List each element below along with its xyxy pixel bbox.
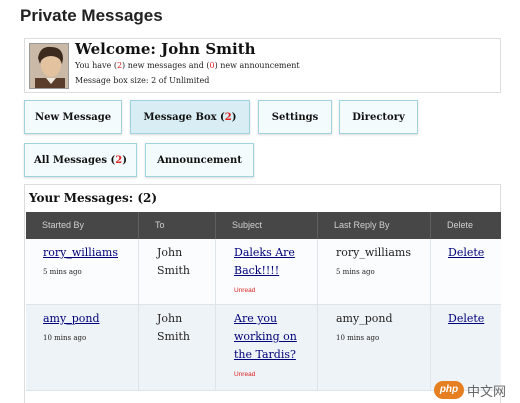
delete-link[interactable]: Delete — [448, 244, 484, 261]
unread-summary: You have (2) new messages and (0) new an… — [75, 61, 300, 70]
php-logo-icon: php — [434, 381, 464, 399]
last-reply-by: amy_pond — [336, 312, 393, 325]
table-header: Started By To Subject Last Reply By Dele… — [26, 212, 501, 239]
subject-link-line[interactable]: Daleks Are — [234, 244, 295, 261]
message-box-size: Message box size: 2 of Unlimited — [75, 76, 210, 85]
messages-panel: Your Messages: (2) Started By To Subject… — [24, 184, 501, 403]
delete-link[interactable]: Delete — [448, 310, 484, 327]
announcement-button[interactable]: Announcement — [145, 143, 254, 177]
welcome-title: Welcome: John Smith — [75, 40, 256, 58]
watermark-text: 中文网 — [467, 384, 507, 400]
cell-last-reply: rory_williams 5 mins ago — [318, 239, 431, 304]
started-by-link[interactable]: rory_williams — [43, 244, 118, 261]
cell-last-reply: amy_pond 10 mins ago — [318, 305, 431, 390]
started-by-link[interactable]: amy_pond — [43, 310, 100, 327]
unread-label: Unread — [234, 287, 256, 294]
site-watermark: php 中文网 — [434, 380, 516, 400]
subject-link-line[interactable]: Back!!!! — [234, 262, 279, 279]
started-time: 10 mins ago — [43, 334, 87, 342]
cell-to: John Smith — [139, 305, 216, 390]
recipient-first: John — [157, 312, 183, 325]
message-box-button[interactable]: Message Box (2) — [130, 100, 250, 134]
cell-delete: Delete — [431, 305, 501, 390]
cell-started-by: amy_pond 10 mins ago — [26, 305, 139, 390]
last-reply-by: rory_williams — [336, 246, 411, 259]
subject-link-line[interactable]: working on — [234, 328, 297, 345]
column-to[interactable]: To — [139, 212, 216, 239]
subject-link-line[interactable]: the Tardis? — [234, 346, 296, 363]
column-started-by[interactable]: Started By — [26, 212, 139, 239]
started-time: 5 mins ago — [43, 268, 82, 276]
directory-button[interactable]: Directory — [339, 100, 418, 134]
page-title: Private Messages — [20, 6, 163, 25]
all-messages-button[interactable]: All Messages (2) — [24, 143, 137, 177]
table-row: amy_pond 10 mins ago John Smith Are you … — [26, 305, 501, 391]
column-last-reply-by[interactable]: Last Reply By — [318, 212, 431, 239]
recipient-last: Smith — [157, 330, 190, 343]
cell-subject: Daleks Are Back!!!! Unread — [216, 239, 318, 304]
last-reply-time: 5 mins ago — [336, 268, 375, 276]
cell-subject: Are you working on the Tardis? Unread — [216, 305, 318, 390]
unread-label: Unread — [234, 371, 256, 378]
last-reply-time: 10 mins ago — [336, 334, 380, 342]
column-subject[interactable]: Subject — [216, 212, 318, 239]
new-message-button[interactable]: New Message — [24, 100, 122, 134]
cell-to: John Smith — [139, 239, 216, 304]
settings-button[interactable]: Settings — [258, 100, 332, 134]
subject-link-line[interactable]: Are you — [234, 310, 277, 327]
table-row: rory_williams 5 mins ago John Smith Dale… — [26, 239, 501, 305]
welcome-box: Welcome: John Smith You have (2) new mes… — [24, 38, 501, 93]
avatar — [29, 43, 69, 89]
cell-started-by: rory_williams 5 mins ago — [26, 239, 139, 304]
column-delete[interactable]: Delete — [431, 212, 501, 239]
messages-title: Your Messages: (2) — [29, 191, 158, 205]
recipient-first: John — [157, 246, 183, 259]
cell-delete: Delete — [431, 239, 501, 304]
recipient-last: Smith — [157, 264, 190, 277]
